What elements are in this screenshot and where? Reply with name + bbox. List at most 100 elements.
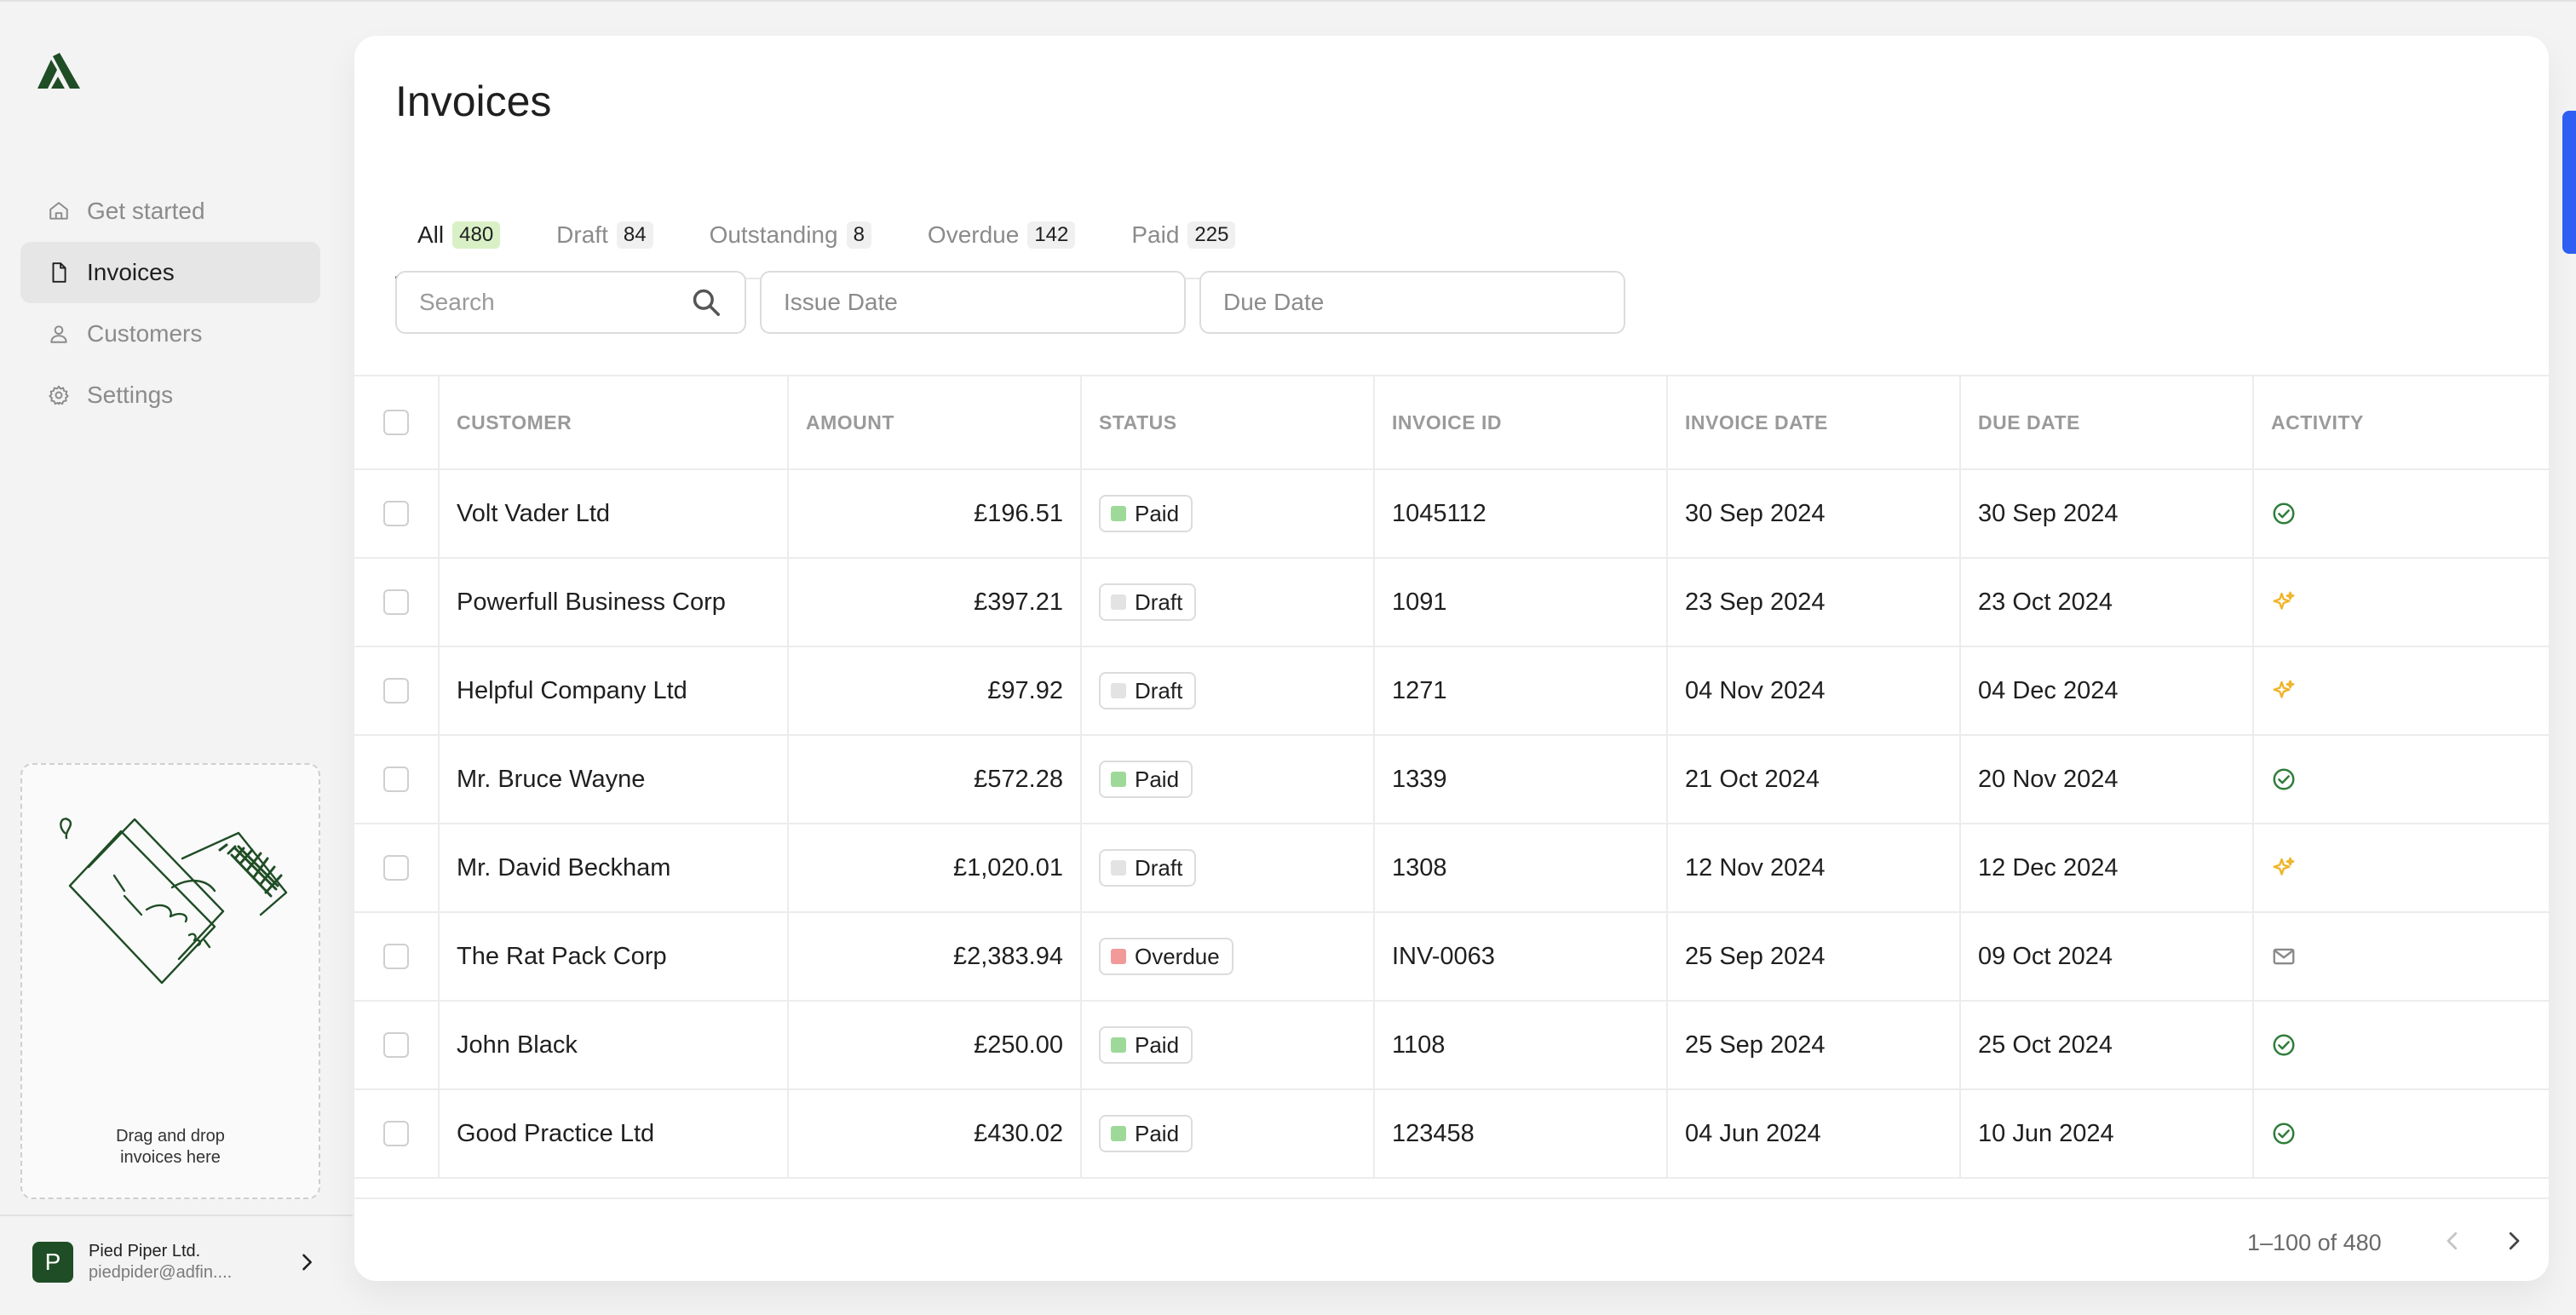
sidebar-item-label: Invoices — [87, 259, 175, 285]
invoice-illustration-icon — [60, 818, 288, 985]
tab-overdue[interactable]: Overdue 142 — [906, 192, 1097, 278]
table-row[interactable]: Helpful Company Ltd £97.92 Draft 1271 04 Nov… — [354, 647, 2549, 736]
check-circle-icon — [2271, 1032, 2297, 1058]
invoice-date-cell: 12 Nov 2024 — [1668, 824, 1961, 911]
status-label: Overdue — [1135, 943, 1220, 969]
column-header-activity[interactable]: ACTIVITY — [2254, 376, 2547, 468]
status-dot — [1111, 506, 1126, 521]
tab-paid[interactable]: Paid 225 — [1109, 192, 1257, 278]
invoice-dropzone[interactable]: Drag and drop invoices here — [20, 763, 320, 1199]
amount-cell: £2,383.94 — [789, 913, 1082, 1000]
sidebar-item-customers[interactable]: Customers — [20, 303, 320, 365]
row-select-cell — [354, 736, 440, 823]
due-date-cell: 09 Oct 2024 — [1961, 913, 2254, 1000]
amount-cell: £572.28 — [789, 736, 1082, 823]
table-row[interactable]: Volt Vader Ltd £196.51 Paid 1045112 30 Sep 2… — [354, 470, 2549, 559]
due-date-cell: 20 Nov 2024 — [1961, 736, 2254, 823]
tab-count: 84 — [616, 221, 653, 249]
chevron-right-icon — [302, 1254, 312, 1271]
window-top-border — [0, 0, 2576, 2]
table-body: Volt Vader Ltd £196.51 Paid 1045112 30 Sep 2… — [354, 470, 2549, 1179]
avatar: P — [32, 1242, 73, 1283]
customer-cell: Powerfull Business Corp — [440, 559, 789, 646]
filter-bar: Issue Date Due Date — [395, 271, 1639, 334]
logo-icon[interactable] — [34, 51, 83, 92]
check-circle-icon — [2271, 767, 2297, 792]
tab-count: 142 — [1027, 221, 1076, 249]
check-circle-icon — [2271, 501, 2297, 526]
due-date-label: Due Date — [1223, 289, 1325, 315]
status-label: Paid — [1135, 500, 1180, 526]
status-dot — [1111, 1126, 1126, 1141]
account-switcher[interactable]: P Pied Piper Ltd. piedpider@adfin.... — [32, 1240, 322, 1284]
tab-label: All — [417, 221, 445, 248]
due-date-cell: 12 Dec 2024 — [1961, 824, 2254, 911]
row-checkbox[interactable] — [383, 1032, 409, 1058]
row-checkbox[interactable] — [383, 589, 409, 615]
search-icon[interactable] — [690, 286, 722, 319]
dropzone-label: Drag and drop invoices here — [22, 1126, 319, 1169]
status-dot — [1111, 772, 1126, 787]
due-date-cell: 04 Dec 2024 — [1961, 647, 2254, 734]
activity-cell — [2254, 1090, 2547, 1177]
search-input[interactable] — [419, 289, 675, 316]
tab-outstanding[interactable]: Outstanding 8 — [687, 192, 894, 278]
activity-cell — [2254, 824, 2547, 911]
row-checkbox[interactable] — [383, 678, 409, 703]
status-dot — [1111, 1037, 1126, 1053]
tab-draft[interactable]: Draft 84 — [534, 192, 675, 278]
sidebar-item-settings[interactable]: Settings — [20, 365, 320, 426]
status-dot — [1111, 683, 1126, 698]
sidebar-item-get-started[interactable]: Get started — [20, 181, 320, 242]
column-header-customer[interactable]: CUSTOMER — [440, 376, 789, 468]
tab-all[interactable]: All 480 — [395, 192, 523, 279]
select-all-checkbox[interactable] — [383, 410, 409, 435]
header-select-cell — [354, 376, 440, 468]
row-checkbox[interactable] — [383, 944, 409, 969]
invoice-date-cell: 04 Jun 2024 — [1668, 1090, 1961, 1177]
sidebar-nav: Get started Invoices Customers Settings — [20, 181, 320, 426]
column-header-invoice-date[interactable]: INVOICE DATE — [1668, 376, 1961, 468]
amount-cell: £430.02 — [789, 1090, 1082, 1177]
sidebar-item-label: Get started — [87, 198, 205, 224]
status-cell: Paid — [1082, 736, 1375, 823]
table-row[interactable]: Mr. Bruce Wayne £572.28 Paid 1339 21 Oct 202… — [354, 736, 2549, 824]
due-date-filter[interactable]: Due Date — [1199, 271, 1625, 334]
row-checkbox[interactable] — [383, 1121, 409, 1146]
next-page-icon[interactable] — [2501, 1228, 2527, 1254]
table-row[interactable]: The Rat Pack Corp £2,383.94 Overdue INV-006… — [354, 913, 2549, 1002]
issue-date-filter[interactable]: Issue Date — [760, 271, 1186, 334]
status-badge: Overdue — [1099, 938, 1233, 975]
invoice-id-cell: 1339 — [1375, 736, 1668, 823]
table-row[interactable]: Mr. David Beckham £1,020.01 Draft 1308 12 No… — [354, 824, 2549, 913]
tab-label: Draft — [556, 221, 608, 248]
amount-cell: £397.21 — [789, 559, 1082, 646]
invoice-id-cell: INV-0063 — [1375, 913, 1668, 1000]
table-row[interactable]: Good Practice Ltd £430.02 Paid 123458 04 Jun… — [354, 1090, 2549, 1179]
column-header-status[interactable]: STATUS — [1082, 376, 1375, 468]
column-header-due-date[interactable]: DUE DATE — [1961, 376, 2254, 468]
previous-page-icon[interactable] — [2440, 1228, 2465, 1254]
status-badge: Draft — [1099, 849, 1197, 887]
user-icon — [48, 323, 70, 345]
check-circle-icon — [2271, 1121, 2297, 1146]
sidebar-item-invoices[interactable]: Invoices — [20, 242, 320, 303]
table-row[interactable]: Powerfull Business Corp £397.21 Draft 1091 2… — [354, 559, 2549, 647]
invoices-panel: Invoices All 480 Draft 84 Outstanding 8 … — [354, 36, 2549, 1281]
customer-cell: John Black — [440, 1002, 789, 1088]
feedback-edge-tab[interactable] — [2562, 111, 2576, 254]
column-header-amount[interactable]: AMOUNT — [789, 376, 1082, 468]
sidebar-item-label: Settings — [87, 382, 174, 408]
table-row[interactable]: John Black £250.00 Paid 1108 25 Sep 2024 25 O… — [354, 1002, 2549, 1090]
invoice-date-cell: 21 Oct 2024 — [1668, 736, 1961, 823]
row-select-cell — [354, 559, 440, 646]
row-checkbox[interactable] — [383, 501, 409, 526]
issue-date-label: Issue Date — [784, 289, 898, 315]
activity-cell — [2254, 913, 2547, 1000]
row-select-cell — [354, 913, 440, 1000]
row-checkbox[interactable] — [383, 767, 409, 792]
row-checkbox[interactable] — [383, 855, 409, 881]
activity-cell — [2254, 647, 2547, 734]
row-select-cell — [354, 647, 440, 734]
column-header-invoice-id[interactable]: INVOICE ID — [1375, 376, 1668, 468]
